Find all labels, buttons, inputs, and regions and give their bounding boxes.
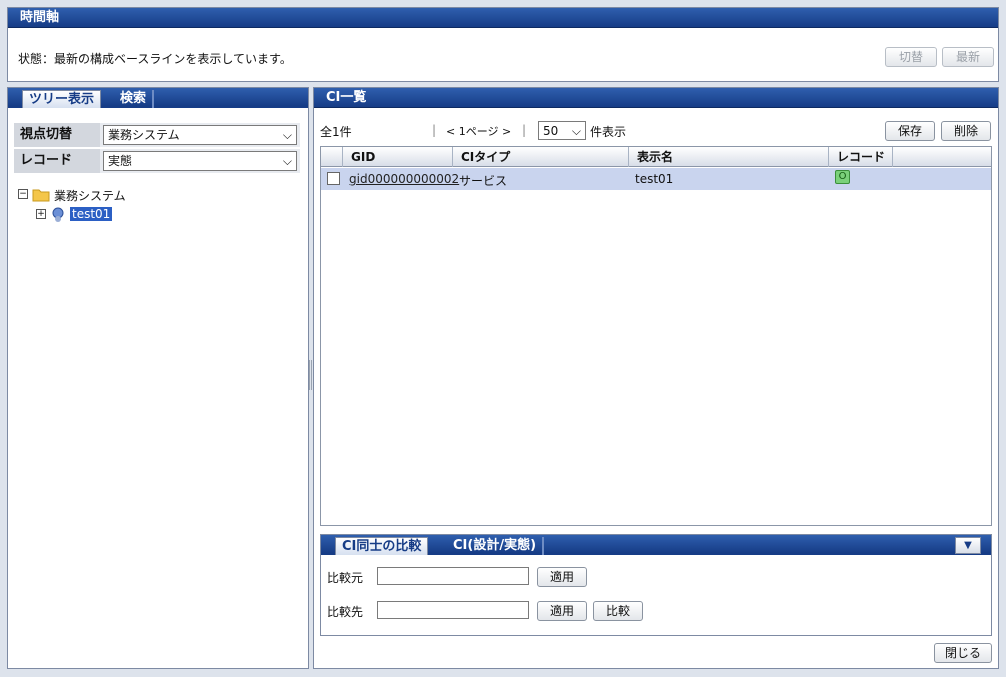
tree-child-label: test01 xyxy=(70,207,113,221)
header-checkbox-col xyxy=(321,147,343,167)
header-gid[interactable]: GID xyxy=(343,147,453,167)
tab-search[interactable]: 検索 xyxy=(114,90,155,108)
pager-separator: | xyxy=(432,123,437,137)
record-badge: O xyxy=(835,170,850,184)
tree-root-label: 業務システム xyxy=(54,189,126,203)
timeline-title: 時間軸 xyxy=(8,8,998,28)
table-header: GID CIタイプ 表示名 レコード xyxy=(321,147,991,167)
chevron-down-icon: ⌵ xyxy=(282,154,292,168)
latest-button[interactable]: 最新 xyxy=(942,47,994,67)
switch-button[interactable]: 切替 xyxy=(885,47,937,67)
record-select[interactable]: 実態 ⌵ xyxy=(103,151,297,171)
compare-panel: CI同士の比較 CI(設計/実態) ▼ 比較元 適用 比較先 適用 比較 xyxy=(320,534,992,636)
tab-ci-design-actual[interactable]: CI(設計/実態) xyxy=(447,537,545,555)
tab-ci-compare[interactable]: CI同士の比較 xyxy=(335,537,429,555)
expand-icon[interactable]: + xyxy=(36,209,46,219)
timeline-status: 状態：最新の構成ベースラインを表示しています。 xyxy=(18,52,292,66)
target-input[interactable] xyxy=(377,601,529,619)
timeline-panel: 時間軸 状態：最新の構成ベースラインを表示しています。 切替 最新 xyxy=(7,7,999,82)
record-value: 実態 xyxy=(108,154,133,168)
ci-list-panel: CI一覧 全1件 | < 1ページ > | 50 ⌵ 件表示 保存 削除 GID… xyxy=(313,87,999,669)
row-gid-link[interactable]: gid000000000002 xyxy=(349,172,459,186)
row-display-name: test01 xyxy=(635,172,674,186)
splitter-handle[interactable] xyxy=(309,360,312,390)
row-ci-type: サービス xyxy=(459,174,508,188)
compare-tabstrip: CI同士の比較 CI(設計/実態) ▼ xyxy=(321,535,991,555)
page-size-suffix: 件表示 xyxy=(590,125,627,139)
ci-list-title: CI一覧 xyxy=(314,88,998,108)
header-display-name[interactable]: 表示名 xyxy=(629,147,829,167)
viewpoint-select[interactable]: 業務システム ⌵ xyxy=(103,125,297,145)
row-checkbox[interactable] xyxy=(327,172,340,185)
table-row[interactable]: gid000000000002 サービス test01 O xyxy=(321,168,991,190)
viewpoint-value: 業務システム xyxy=(108,128,180,142)
record-label: レコード xyxy=(14,149,100,173)
total-count: 全1件 xyxy=(320,125,352,139)
target-label: 比較先 xyxy=(327,605,364,619)
pager[interactable]: < 1ページ > xyxy=(446,123,511,139)
page-size-select[interactable]: 50 ⌵ xyxy=(538,121,586,140)
apply-target-button[interactable]: 適用 xyxy=(537,601,587,621)
service-icon xyxy=(52,207,64,222)
collapse-panel-button[interactable]: ▼ xyxy=(955,537,981,554)
page-size-value: 50 xyxy=(543,124,559,138)
header-ci-type[interactable]: CIタイプ xyxy=(453,147,629,167)
viewpoint-label: 視点切替 xyxy=(14,123,100,147)
delete-button[interactable]: 削除 xyxy=(941,121,991,141)
collapse-icon[interactable]: − xyxy=(18,189,28,199)
folder-icon xyxy=(32,189,50,202)
source-input[interactable] xyxy=(377,567,529,585)
ci-table: GID CIタイプ 表示名 レコード gid000000000002 サービス … xyxy=(320,146,992,526)
chevron-down-icon: ⌵ xyxy=(571,124,581,138)
chevron-down-icon: ⌵ xyxy=(282,128,292,142)
tree-panel: ツリー表示 検索 視点切替 業務システム ⌵ レコード 実態 ⌵ − 業務システ… xyxy=(7,87,309,669)
close-button[interactable]: 閉じる xyxy=(934,643,992,663)
pager-separator: | xyxy=(522,123,527,137)
left-tabstrip: ツリー表示 検索 xyxy=(8,88,308,108)
save-button[interactable]: 保存 xyxy=(885,121,935,141)
tab-tree-view[interactable]: ツリー表示 xyxy=(22,90,102,108)
compare-button[interactable]: 比較 xyxy=(593,601,643,621)
header-record[interactable]: レコード xyxy=(829,147,893,167)
source-label: 比較元 xyxy=(327,571,364,585)
apply-source-button[interactable]: 適用 xyxy=(537,567,587,587)
